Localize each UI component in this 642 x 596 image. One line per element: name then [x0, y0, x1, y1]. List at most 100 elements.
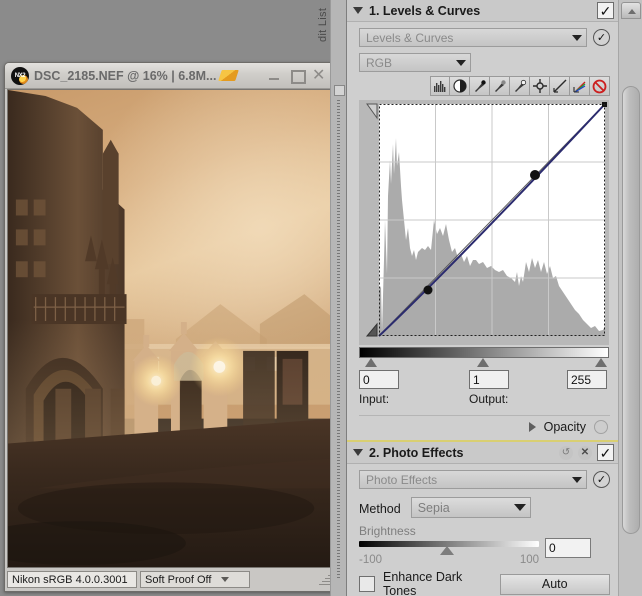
brightness-value-input[interactable] [545, 538, 591, 558]
photo-effects-header-buttons: ↺ ✕ ✓ [559, 444, 614, 461]
levels-curves-header[interactable]: 1. Levels & Curves ✓ [347, 0, 618, 22]
eyedropper-white-icon[interactable] [510, 76, 530, 96]
input-gradient-bar [359, 347, 609, 358]
enhance-dark-tones-row: Enhance Dark Tones Auto [359, 570, 610, 596]
method-row: Method Sepia [359, 497, 610, 518]
contrast-icon[interactable] [450, 76, 470, 96]
levels-curves-title: 1. Levels & Curves [369, 3, 481, 18]
photo-effects-effect-row: Photo Effects ✓ [359, 470, 610, 489]
level-label-row: Input: Output: [359, 392, 609, 408]
levels-curves-effect-dropdown[interactable]: Levels & Curves [359, 28, 587, 47]
opacity-knob[interactable] [594, 420, 608, 434]
minimize-button[interactable] [268, 69, 281, 82]
mid-point-knob[interactable] [477, 358, 489, 367]
edit-list-dock[interactable]: dit List [317, 0, 347, 596]
levels-divider [359, 415, 610, 416]
window-controls: ✕ [268, 68, 331, 84]
scroll-up-button[interactable] [621, 2, 641, 19]
curve-toolbar [359, 76, 610, 96]
chevron-down-icon[interactable] [353, 7, 363, 14]
levels-curves-apply-toggle[interactable]: ✓ [593, 29, 610, 46]
maximize-button[interactable] [290, 69, 306, 84]
document-title-text: DSC_2185.NEF @ 16% | 6.8M... [34, 68, 217, 83]
scrollbar-thumb[interactable] [622, 86, 640, 534]
section-levels-curves: 1. Levels & Curves ✓ Levels & Curves ✓ R… [347, 0, 618, 440]
reset-forbidden-icon[interactable] [590, 76, 610, 96]
histogram-icon[interactable] [430, 76, 450, 96]
soft-proof-label: Soft Proof Off [145, 573, 212, 586]
brightness-range: -100 100 [359, 554, 539, 566]
target-icon[interactable] [530, 76, 550, 96]
brightness-max: 100 [519, 554, 539, 566]
photo-sepia-cathedral [8, 90, 332, 567]
black-point-knob[interactable] [365, 358, 377, 367]
mid-point-input[interactable] [469, 370, 509, 389]
eyedropper-gray-icon[interactable] [490, 76, 510, 96]
app-root: NX2 DSC_2185.NEF @ 16% | 6.8M... ✕ Nikon… [0, 0, 642, 596]
dock-collapse-handle[interactable] [334, 85, 345, 96]
nx2-icon-label: NX2 [14, 72, 26, 79]
brightness-slider-line: -100 100 [359, 538, 610, 566]
photo-effects-dropdown[interactable]: Photo Effects [359, 470, 587, 489]
method-value: Sepia [417, 500, 450, 515]
enhance-dark-tones-label: Enhance Dark Tones [383, 570, 463, 596]
chevron-down-icon [221, 577, 230, 582]
opacity-row[interactable]: Opacity [359, 420, 610, 434]
resize-grip[interactable] [317, 573, 331, 587]
color-curve-icon[interactable] [570, 76, 590, 96]
document-title-bar[interactable]: NX2 DSC_2185.NEF @ 16% | 6.8M... ✕ [5, 63, 335, 89]
auto-button[interactable]: Auto [499, 573, 610, 595]
nx2-app-icon: NX2 [11, 66, 29, 85]
photo-effects-title: 2. Photo Effects [369, 445, 464, 460]
brightness-label: Brightness [359, 524, 416, 538]
brightness-thumb[interactable] [440, 546, 454, 555]
line-curve-icon[interactable] [550, 76, 570, 96]
photo-effects-body: Photo Effects ✓ Method Sepia Brightness [347, 464, 618, 596]
close-icon[interactable]: ✕ [578, 445, 592, 460]
image-document-window[interactable]: NX2 DSC_2185.NEF @ 16% | 6.8M... ✕ Nikon… [4, 62, 336, 592]
section-photo-effects: 2. Photo Effects ↺ ✕ ✓ Photo Effects ✓ M… [347, 442, 618, 596]
level-knob-row [359, 358, 609, 369]
chevron-right-icon[interactable] [528, 422, 536, 432]
chevron-down-icon [513, 504, 526, 511]
chevron-down-icon [572, 34, 582, 41]
chevron-down-icon [456, 59, 466, 66]
palette-scrollbar[interactable] [618, 0, 642, 596]
levels-curves-body: Levels & Curves ✓ RGB 0 1 255 Input: Out… [347, 22, 618, 440]
levels-curves-effect-row: Levels & Curves ✓ [359, 28, 610, 47]
channel-dropdown[interactable]: RGB [359, 53, 471, 72]
tone-curve-graph[interactable] [359, 100, 609, 345]
white-point-input[interactable] [567, 370, 607, 389]
tone-curve-plot[interactable] [359, 100, 609, 345]
close-button[interactable]: ✕ [312, 68, 325, 84]
level-value-row [359, 370, 609, 389]
dock-grip-dots[interactable] [337, 100, 340, 580]
edit-list-palette: 1. Levels & Curves ✓ Levels & Curves ✓ R… [347, 0, 618, 596]
brightness-slider[interactable]: -100 100 [359, 538, 539, 566]
chevron-down-icon [572, 476, 582, 483]
input-label: Input: [359, 392, 390, 406]
revert-icon[interactable]: ↺ [559, 445, 573, 460]
photo-effects-header[interactable]: 2. Photo Effects ↺ ✕ ✓ [347, 442, 618, 464]
photo-effects-enable-checkbox[interactable]: ✓ [597, 444, 614, 461]
photo-effects-apply-toggle[interactable]: ✓ [593, 471, 610, 488]
soft-proof-dropdown[interactable]: Soft Proof Off [140, 571, 250, 588]
levels-curves-header-buttons: ✓ [597, 2, 614, 19]
raw-badge-icon [218, 70, 240, 81]
eyedropper-black-icon[interactable] [470, 76, 490, 96]
opacity-label: Opacity [543, 420, 586, 434]
method-label: Method [359, 502, 401, 516]
white-point-knob[interactable] [595, 358, 607, 367]
output-label: Output: [469, 392, 509, 406]
levels-curves-enable-checkbox[interactable]: ✓ [597, 2, 614, 19]
black-point-input[interactable] [359, 370, 399, 389]
method-dropdown[interactable]: Sepia [410, 497, 531, 518]
photo-effects-effect-label: Photo Effects [366, 472, 438, 487]
enhance-dark-tones-checkbox[interactable] [359, 576, 375, 592]
chevron-down-icon[interactable] [353, 449, 363, 456]
channel-label: RGB [366, 55, 393, 70]
document-status-bar: Nikon sRGB 4.0.0.3001 Soft Proof Off [7, 569, 333, 590]
levels-curves-effect-label: Levels & Curves [366, 30, 454, 45]
image-canvas[interactable] [7, 89, 333, 568]
color-profile-field: Nikon sRGB 4.0.0.3001 [7, 571, 137, 588]
